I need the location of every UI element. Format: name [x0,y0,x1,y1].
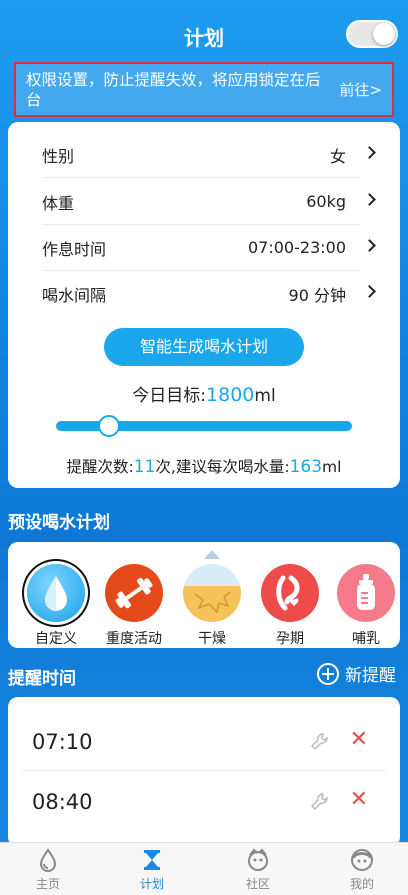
preset-label: 自定义 [35,631,77,647]
setting-row-weight[interactable]: 体重 60kg [42,179,376,225]
setting-label: 喝水间隔 [42,286,107,305]
setting-label: 体重 [42,193,75,213]
reminders-title: 提醒时间 [8,669,76,689]
profile-face-icon [349,847,375,873]
setting-value: 07:00-23:00 [248,238,346,257]
goal-unit: ml [254,386,276,406]
presets-title: 预设喝水计划 [8,513,110,533]
indicator-triangle-icon [204,550,220,559]
setting-row-schedule[interactable]: 作息时间 07:00-23:00 [42,225,376,271]
chevron-right-icon [363,285,376,298]
tab-community[interactable]: 社区 [222,847,294,892]
preset-heavy-activity[interactable]: 重度活动 [98,550,170,648]
toggle-knob [373,23,395,45]
chevron-right-icon [363,239,376,252]
preset-dry[interactable]: 干燥 [176,550,248,648]
wrench-icon[interactable] [310,792,330,816]
setting-value: 60kg [306,192,346,211]
top-bar: 计划 [0,0,408,64]
pregnancy-icon [261,564,319,622]
goal-prefix: 今日目标: [132,386,207,406]
wrench-icon[interactable] [310,732,330,756]
tab-plan[interactable]: 计划 [116,847,188,892]
reminder-time: 07:10 [32,729,93,754]
remind-amount: 163 [289,457,323,477]
tab-home[interactable]: 主页 [12,847,84,892]
goal-value: 1800 [206,384,255,406]
generate-plan-button[interactable]: 智能生成喝水计划 [104,328,304,366]
setting-label: 作息时间 [42,239,107,259]
list-item[interactable]: 08:40 ✕ [22,773,386,831]
chevron-right-icon [363,146,376,159]
goal-slider-handle[interactable] [98,415,121,437]
preset-custom[interactable]: 自定义 [20,550,92,648]
permission-banner[interactable]: 权限设置，防止提醒失效，将应用锁定在后台 前往> [14,62,394,117]
reminder-list: 07:10 ✕ 08:40 ✕ [8,697,400,847]
home-drop-icon [35,847,61,873]
tab-label: 主页 [35,877,60,891]
preset-pregnancy[interactable]: 孕期 [254,550,326,648]
preset-breastfeeding[interactable]: 哺乳 [330,550,402,648]
setting-value: 女 [329,146,346,166]
presets-card: 自定义 重度活动 干燥 孕期 哺乳 [8,542,400,648]
setting-label: 性别 [42,146,75,166]
remind-prefix: 提醒次数: [66,458,134,476]
daily-goal: 今日目标:1800ml [8,381,400,406]
add-reminder-button[interactable]: 新提醒 [317,661,396,686]
delete-icon[interactable]: ✕ [350,787,368,812]
tab-profile[interactable]: 我的 [326,847,398,892]
water-drop-icon [27,564,85,622]
setting-value: 90 分钟 [288,286,346,305]
plus-circle-icon [317,662,339,685]
banner-go-link[interactable]: 前往> [339,80,382,100]
tab-label: 计划 [139,877,164,891]
chevron-right-icon [363,193,376,206]
preset-label: 哺乳 [352,631,380,647]
community-face-icon [245,847,271,873]
tab-label: 社区 [245,877,270,891]
hourglass-icon [139,847,165,873]
list-item[interactable]: 07:10 ✕ [22,713,386,771]
reminder-time: 08:40 [32,790,93,814]
plan-toggle[interactable] [346,20,398,48]
setting-row-gender[interactable]: 性别 女 [42,132,376,178]
remind-mid: 次,建议每次喝水量: [155,458,290,476]
banner-message: 权限设置，防止提醒失效，将应用锁定在后台 [26,71,321,109]
remind-count: 11 [133,457,156,477]
preset-label: 重度活动 [106,631,162,647]
reminder-summary: 提醒次数:11次,建议每次喝水量:163ml [8,455,400,477]
setting-row-interval[interactable]: 喝水间隔 90 分钟 [42,271,376,317]
baby-bottle-icon [337,564,395,622]
preset-label: 干燥 [198,631,226,647]
bottom-tab-bar: 主页 计划 社区 我的 [0,842,408,895]
delete-icon[interactable]: ✕ [350,727,368,752]
dry-water-icon [183,564,241,622]
settings-card: 性别 女 体重 60kg 作息时间 07:00-23:00 喝水间隔 90 分钟… [8,122,400,488]
preset-label: 孕期 [276,631,304,647]
add-reminder-label: 新提醒 [345,666,396,686]
remind-unit: ml [322,458,342,476]
tab-label: 我的 [349,877,374,891]
dumbbell-icon [105,564,163,622]
